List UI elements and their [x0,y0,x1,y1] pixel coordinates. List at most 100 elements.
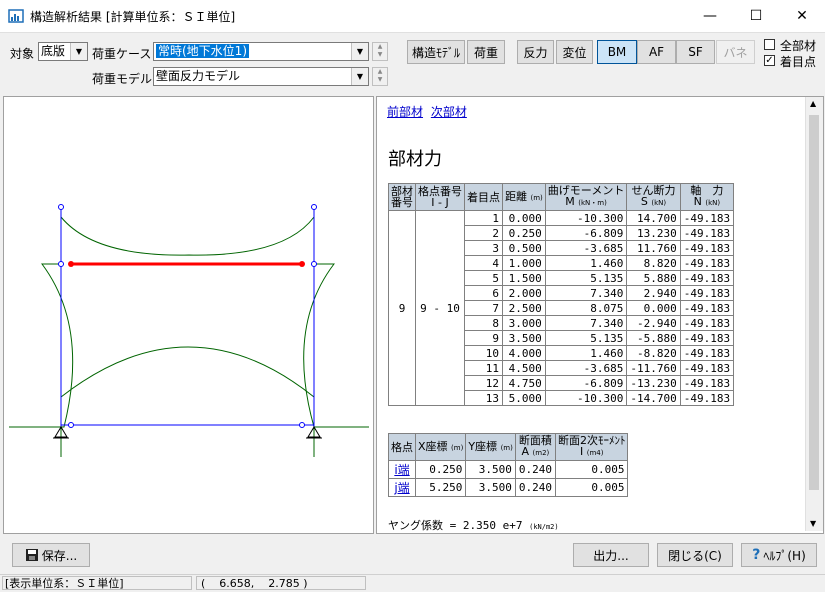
moment-curve-top-slab [60,215,315,264]
load-case-value: 常時(地下水位1) [156,44,249,58]
y-cell: 3.500 [465,460,516,479]
load-model-select[interactable]: 壁面反力モデル ▼ [153,67,369,86]
sf-button[interactable]: SF [676,40,715,64]
all-members-label: 全部材 [780,39,817,53]
node[interactable] [311,204,317,210]
save-label: 保存... [41,548,78,563]
axial-cell: -49.183 [679,360,735,376]
point-cell: 8 [464,315,503,331]
maximize-button[interactable]: ☐ [733,0,779,32]
structure-diagram[interactable] [4,97,373,533]
moment-cell: -6.809 [544,225,628,241]
scroll-up-icon[interactable]: ▲ [810,99,816,108]
distance-cell: 0.250 [502,225,546,241]
load-button[interactable]: 荷重 [467,40,505,64]
bm-button[interactable]: BM [597,40,637,64]
moment-cell: -3.685 [544,240,628,256]
shear-cell: 14.700 [626,210,681,226]
area-cell: 0.240 [514,478,556,497]
col-moment: 曲げモーメント M (kN・m) [544,183,628,211]
help-button[interactable]: ? ﾍﾙﾌﾟ(H) [741,543,817,567]
moment-cell: -3.685 [544,360,628,376]
next-member-link[interactable]: 次部材 [431,105,467,119]
displacement-button[interactable]: 変位 [556,40,593,64]
reaction-button[interactable]: 反力 [517,40,554,64]
col-distance: 距離 (m) [502,183,546,211]
target-select[interactable]: 底版 ▼ [38,42,88,61]
point-cell: 9 [464,330,503,346]
shear-cell: 5.880 [626,270,681,286]
load-case-select[interactable]: 常時(地下水位1) ▼ [153,42,369,61]
distance-cell: 2.000 [502,285,546,301]
floppy-disk-icon [25,549,38,561]
col-area: 断面積 A (m2) [514,433,556,461]
status-coordinates: ( 6.658, 2.785 ) [196,576,366,590]
distance-cell: 2.500 [502,300,546,316]
col-inertia: 断面2次ﾓｰﾒﾝﾄ I (m4) [554,433,629,461]
section-heading: 部材力 [388,149,442,170]
vertical-scrollbar[interactable]: ▲ ▼ [805,97,823,531]
close-button[interactable]: 閉じる(C) [657,543,733,567]
load-model-label: 荷重モデル [92,72,153,86]
node-link[interactable]: i端 [394,463,409,477]
axial-cell: -49.183 [679,330,735,346]
col-node-no: 格点番号 I - J [415,183,465,211]
output-button[interactable]: 出力... [573,543,649,567]
chevron-down-icon[interactable]: ▼ [70,43,87,60]
close-window-button[interactable]: ✕ [779,0,825,32]
axial-cell: -49.183 [679,300,735,316]
chevron-down-icon[interactable]: ▼ [351,43,368,60]
moment-curve-right-wall [303,263,369,428]
axial-cell: -49.183 [679,210,735,226]
distance-cell: 3.000 [502,315,546,331]
col-shear: せん断力 S (kN) [626,183,681,211]
col-y: Y座標 (m) [465,433,516,461]
node-i-end[interactable] [68,261,74,267]
moment-cell: 5.135 [544,330,628,346]
chevron-down-icon[interactable]: ▼ [351,68,368,85]
x-cell: 5.250 [414,478,467,497]
node[interactable] [58,261,64,267]
focus-point-checkbox[interactable]: ✓ [764,55,775,66]
spring-button[interactable]: バネ [716,40,755,64]
scroll-down-icon[interactable]: ▼ [810,519,816,528]
shear-cell: 13.230 [626,225,681,241]
structure-model-button[interactable]: 構造ﾓﾃﾞﾙ [407,40,465,64]
inertia-cell: 0.005 [554,478,629,497]
distance-cell: 1.500 [502,270,546,286]
load-case-spinner[interactable]: ▲ ▼ [372,42,388,61]
node[interactable] [58,204,64,210]
axial-cell: -49.183 [679,255,735,271]
all-members-checkbox[interactable] [764,39,775,50]
minimize-button[interactable]: — [687,0,733,32]
moment-cell: 5.135 [544,270,628,286]
axial-cell: -49.183 [679,315,735,331]
node[interactable] [68,422,74,428]
scroll-thumb[interactable] [809,115,819,490]
help-label: ﾍﾙﾌﾟ(H) [763,548,806,563]
point-cell: 2 [464,225,503,241]
node-j-end[interactable] [299,261,305,267]
shear-cell: -14.700 [626,390,681,406]
area-cell: 0.240 [514,460,556,479]
node-link[interactable]: j端 [394,481,409,495]
app-icon [8,9,24,23]
shear-cell: 11.760 [626,240,681,256]
node-no-cell: 9 - 10 [415,210,465,406]
table-row: 99 - 10 1 0.000 -10.300 14.700 -49.183 [388,210,735,406]
moment-cell: 1.460 [544,345,628,361]
node[interactable] [299,422,305,428]
save-button[interactable]: 保存... [12,543,90,567]
node-coordinate-table: 格点 X座標 (m) Y座標 (m) 断面積 A (m2) 断面2次ﾓｰﾒﾝﾄ I … [388,433,629,497]
node[interactable] [311,261,317,267]
shear-cell: -11.760 [626,360,681,376]
structure-diagram-pane[interactable] [3,96,374,534]
title-bar: 構造解析結果 [計算単位系：ＳＩ単位] — ☐ ✕ [0,0,825,33]
y-cell: 3.500 [465,478,516,497]
af-button[interactable]: AF [637,40,676,64]
prev-member-link[interactable]: 前部材 [387,105,423,119]
axial-cell: -49.183 [679,345,735,361]
status-bar: [表示単位系：ＳＩ単位] ( 6.658, 2.785 ) [0,574,825,592]
load-model-spinner[interactable]: ▲ ▼ [372,67,388,86]
point-cell: 6 [464,285,503,301]
